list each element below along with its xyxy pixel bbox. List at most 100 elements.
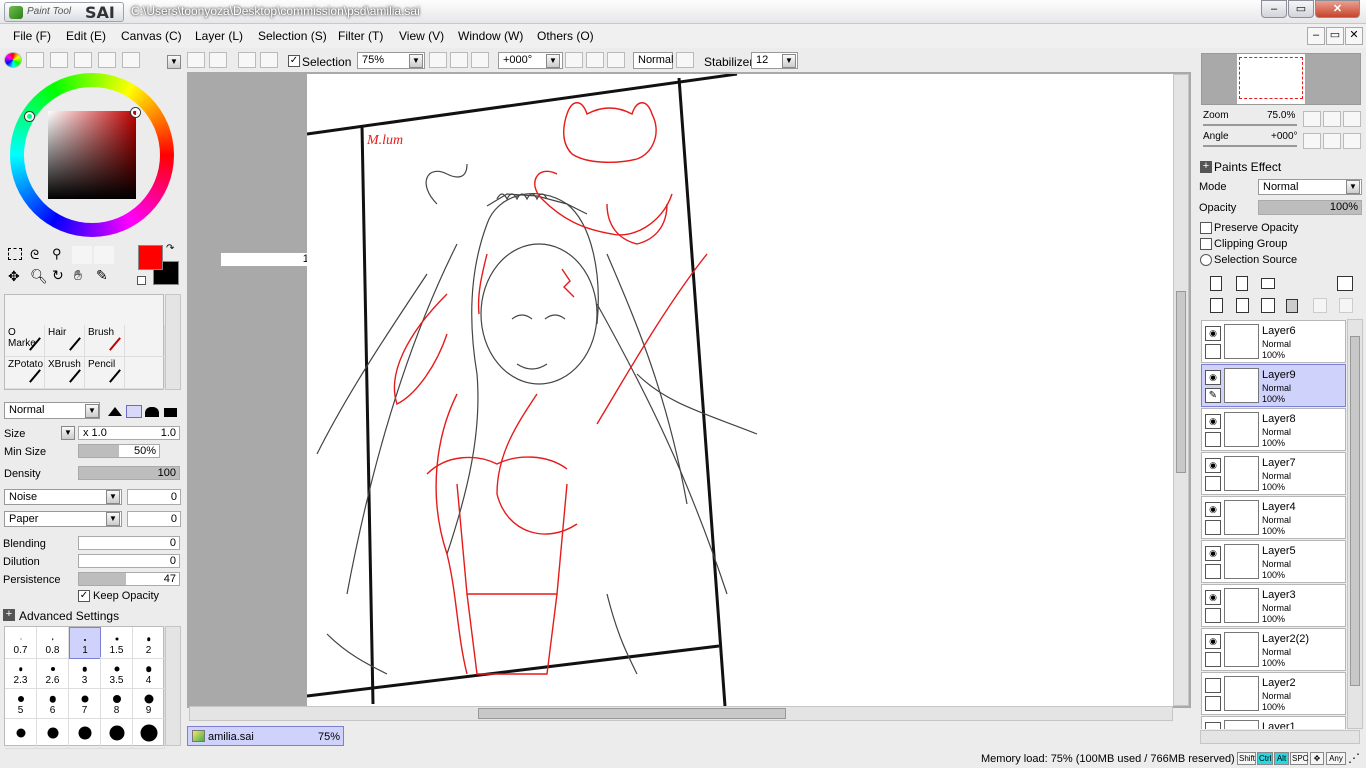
lock-box[interactable]: [1205, 696, 1221, 711]
tool-brush[interactable]: Brush: [85, 325, 125, 357]
brush-size-cell[interactable]: 9: [133, 687, 165, 719]
brush-size-cell[interactable]: 3: [69, 657, 101, 689]
brush-size-cell[interactable]: 2: [133, 627, 165, 659]
new-layer-icon[interactable]: [1210, 276, 1222, 291]
magic-wand-icon[interactable]: ⚲: [52, 246, 62, 262]
expand-icon[interactable]: +: [1200, 161, 1212, 173]
layer-mask-icon[interactable]: [1337, 276, 1353, 291]
doc-restore-button[interactable]: ▭: [1326, 27, 1344, 45]
tool-xbrush[interactable]: XBrush: [45, 357, 85, 389]
brush-size-cell[interactable]: 0.8: [37, 627, 69, 659]
dilution-slider[interactable]: 0: [78, 554, 180, 568]
scratchpad-tab[interactable]: [122, 52, 140, 68]
maximize-button[interactable]: ▭: [1288, 0, 1314, 18]
menu-view[interactable]: View (V): [399, 29, 444, 43]
eye-icon[interactable]: [1205, 722, 1221, 729]
nav-angle-slider[interactable]: [1203, 145, 1297, 147]
nav-zoom-in-button[interactable]: [1323, 111, 1341, 127]
clear-layer-icon[interactable]: [1261, 298, 1275, 313]
move-icon[interactable]: ✥: [8, 268, 20, 285]
noise-select[interactable]: Noise: [4, 489, 122, 505]
eye-icon[interactable]: ◉: [1205, 370, 1221, 385]
noise-field[interactable]: 0: [127, 489, 181, 505]
layer-item[interactable]: ◉ Layer8 Normal 100%: [1201, 408, 1346, 451]
persistence-slider[interactable]: 47: [78, 572, 180, 586]
brush-size-cell[interactable]: 6: [37, 687, 69, 719]
eye-icon[interactable]: [1205, 678, 1221, 693]
size-multiplier-button[interactable]: ▼: [61, 426, 75, 440]
zoom-icon[interactable]: 🔍︎: [30, 268, 48, 285]
brush-size-cell[interactable]: 0.7: [5, 627, 37, 659]
chevron-down-icon[interactable]: ▼: [409, 54, 423, 68]
vertical-scrollbar[interactable]: [1173, 74, 1189, 706]
transparent-color-icon[interactable]: [137, 276, 146, 285]
brush-size-cell[interactable]: [69, 717, 101, 749]
lock-box[interactable]: [1205, 432, 1221, 447]
eye-icon[interactable]: ◉: [1205, 634, 1221, 649]
invert-selection-button[interactable]: [260, 52, 278, 68]
layer-item[interactable]: ◉ Layer4 Normal 100%: [1201, 496, 1346, 539]
blending-slider[interactable]: 0: [78, 536, 180, 550]
color-marker[interactable]: [131, 108, 140, 117]
undo-button[interactable]: [187, 52, 205, 68]
brush-size-cell[interactable]: [101, 717, 133, 749]
eye-icon[interactable]: ◉: [1205, 546, 1221, 561]
selection-source-radio[interactable]: [1200, 254, 1212, 266]
brush-lock-icon[interactable]: ✎: [1205, 388, 1221, 403]
chevron-down-icon[interactable]: ▼: [546, 54, 560, 68]
brush-size-cell[interactable]: 8: [101, 687, 133, 719]
density-slider[interactable]: 100: [78, 466, 180, 480]
brush-size-cell[interactable]: 2.6: [37, 657, 69, 689]
brush-size-scrollbar[interactable]: [165, 626, 181, 746]
swatch-tab[interactable]: [74, 52, 92, 68]
shape-flat-icon[interactable]: [164, 408, 177, 417]
layer-opacity-slider[interactable]: 100%: [1258, 200, 1362, 215]
rect-select-icon[interactable]: [8, 248, 22, 260]
layer-item[interactable]: Layer2 Normal 100%: [1201, 672, 1346, 715]
layer-item[interactable]: ◉ Layer6 Normal 100%: [1201, 320, 1346, 363]
layer-h-scrollbar[interactable]: [1200, 730, 1360, 744]
flip-button[interactable]: [676, 52, 694, 68]
menu-filter[interactable]: Filter (T): [338, 29, 383, 43]
minimize-button[interactable]: –: [1261, 0, 1287, 18]
menu-selection[interactable]: Selection (S): [258, 29, 327, 43]
menu-others[interactable]: Others (O): [537, 29, 594, 43]
chevron-down-icon[interactable]: ▼: [1346, 180, 1360, 194]
brush-size-cell[interactable]: 7: [69, 687, 101, 719]
brush-size-cell[interactable]: 3.5: [101, 657, 133, 689]
clipping-group-checkbox[interactable]: [1200, 238, 1212, 250]
keep-opacity-checkbox[interactable]: ✓: [78, 590, 90, 602]
zoom-reset-button[interactable]: [471, 52, 489, 68]
rotate-icon[interactable]: ↻: [52, 267, 64, 284]
selection-checkbox[interactable]: ✓: [288, 55, 300, 67]
eyedropper-icon[interactable]: ✎: [96, 267, 108, 284]
brush-size-cell[interactable]: 2.3: [5, 657, 37, 689]
paper-field[interactable]: 0: [127, 511, 181, 527]
transfer-down-icon[interactable]: [1210, 298, 1223, 313]
doc-minimize-button[interactable]: –: [1307, 27, 1325, 45]
shape-sharp-icon[interactable]: [108, 407, 122, 416]
lock-box[interactable]: [1205, 608, 1221, 623]
saturation-value-square[interactable]: [48, 111, 136, 199]
brush-size-cell[interactable]: [5, 717, 37, 749]
primary-color-swatch[interactable]: [138, 245, 163, 270]
chevron-down-icon[interactable]: ▼: [782, 54, 796, 68]
shape-round-icon[interactable]: [145, 407, 159, 417]
rotate-right-button[interactable]: [586, 52, 604, 68]
merge-down-icon[interactable]: [1236, 298, 1249, 313]
new-linework-layer-icon[interactable]: [1236, 276, 1248, 291]
lock-box[interactable]: [1205, 564, 1221, 579]
brush-size-cell[interactable]: [133, 717, 165, 749]
navigator-viewport[interactable]: [1239, 57, 1303, 99]
menu-canvas[interactable]: Canvas (C): [121, 29, 182, 43]
new-folder-icon[interactable]: [1261, 278, 1275, 289]
tool-presets-scrollbar[interactable]: [165, 294, 181, 390]
layer-item[interactable]: Layer1: [1201, 716, 1346, 729]
layer-item[interactable]: ◉ Layer5 Normal 100%: [1201, 540, 1346, 583]
layer-item[interactable]: ◉ ✎ Layer9 Normal 100%: [1201, 364, 1346, 407]
mixer-tab[interactable]: [98, 52, 116, 68]
hsv-slider-tab[interactable]: [50, 52, 68, 68]
nav-zoom-reset-button[interactable]: [1343, 111, 1361, 127]
color-wheel-tab[interactable]: [4, 52, 22, 68]
menu-edit[interactable]: Edit (E): [66, 29, 106, 43]
